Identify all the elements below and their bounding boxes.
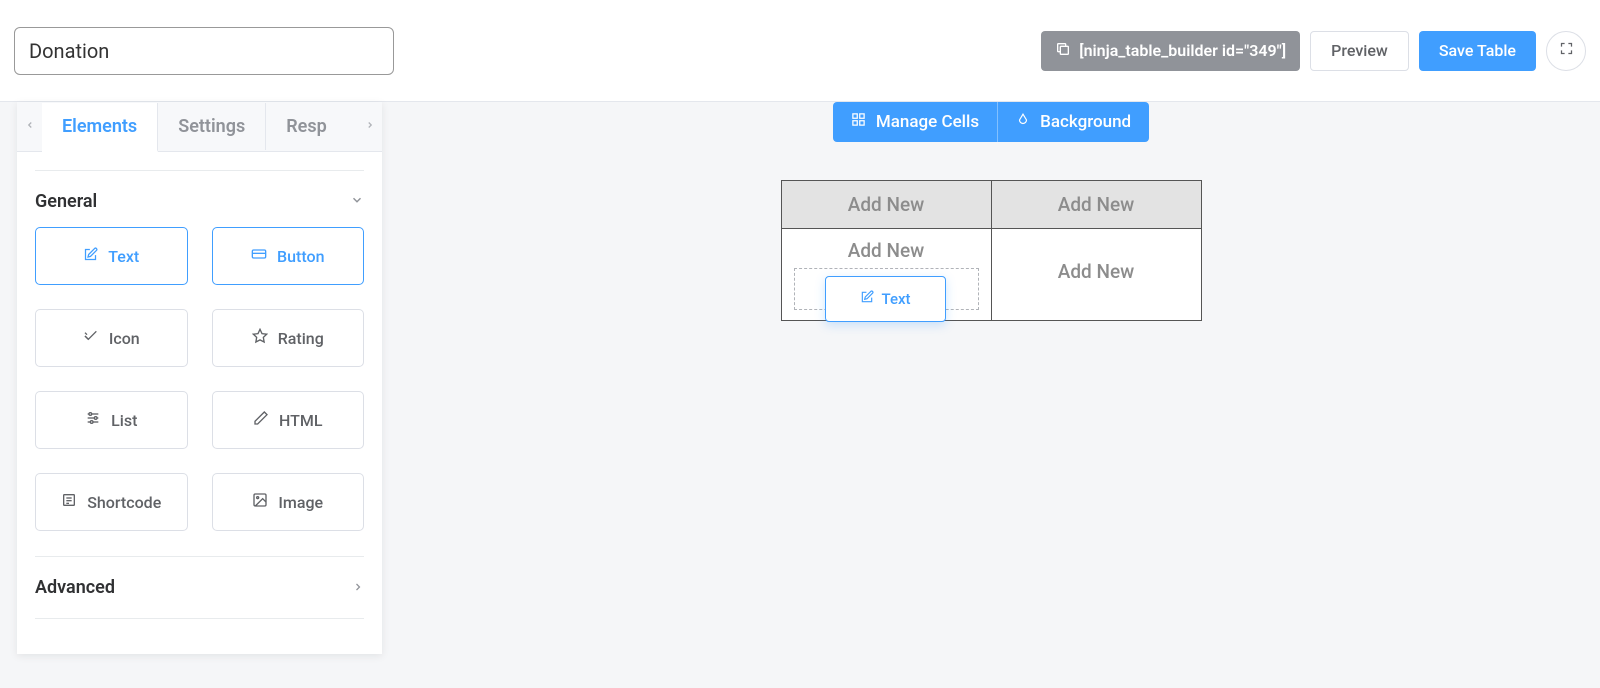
shortcode-label: [ninja_table_builder id="349"]	[1079, 41, 1286, 60]
element-list-label: List	[111, 411, 137, 430]
advanced-label: Advanced	[35, 577, 115, 598]
sliders-icon	[85, 410, 101, 430]
shortcode-button[interactable]: [ninja_table_builder id="349"]	[1041, 31, 1300, 71]
element-button-label: Button	[277, 247, 324, 266]
edit-icon	[83, 247, 98, 266]
element-icon[interactable]: Icon	[35, 309, 188, 367]
tab-resp[interactable]: Resp	[266, 103, 347, 150]
sidebar-content: General Text Button Icon	[17, 170, 382, 619]
check-icon	[83, 328, 99, 348]
sidebar: Elements Settings Resp General Text	[17, 102, 382, 654]
element-icon-label: Icon	[109, 329, 140, 348]
preview-button[interactable]: Preview	[1310, 31, 1409, 71]
tab-scroll-right[interactable]	[357, 102, 382, 152]
drop-zone[interactable]: Text Text	[794, 268, 979, 310]
addnew-placeholder: Add New	[1058, 260, 1135, 283]
element-shortcode-label: Shortcode	[87, 493, 161, 512]
element-rating-label: Rating	[278, 329, 324, 348]
element-button[interactable]: Button	[212, 227, 365, 285]
star-icon	[252, 328, 268, 348]
element-list[interactable]: List	[35, 391, 188, 449]
element-html-label: HTML	[279, 411, 323, 430]
table-wrapper: Add New Add New Add New Tex	[781, 180, 1202, 321]
chevron-right-icon	[365, 118, 375, 136]
manage-cells-label: Manage Cells	[876, 112, 979, 132]
builder-table: Add New Add New Add New Tex	[781, 180, 1202, 321]
save-table-button[interactable]: Save Table	[1419, 31, 1536, 71]
button-icon	[251, 246, 267, 266]
header-bar: [ninja_table_builder id="349"] Preview S…	[0, 0, 1600, 102]
pencil-icon	[253, 410, 269, 430]
chevron-down-icon	[350, 192, 364, 211]
canvas-toolbar: Manage Cells Background	[833, 102, 1149, 142]
element-text[interactable]: Text	[35, 227, 188, 285]
background-label: Background	[1040, 112, 1131, 132]
edit-icon	[860, 290, 874, 308]
fullscreen-icon	[1559, 41, 1574, 60]
dragging-element-card[interactable]: Text	[825, 276, 946, 322]
general-section-header[interactable]: General	[35, 170, 364, 227]
addnew-placeholder: Add New	[848, 239, 925, 262]
manage-cells-button[interactable]: Manage Cells	[833, 102, 998, 142]
table-header-cell[interactable]: Add New	[991, 181, 1201, 229]
copy-icon	[1055, 41, 1071, 61]
canvas: Manage Cells Background Add New Add New	[382, 102, 1600, 688]
shortcode-icon	[61, 492, 77, 512]
paint-icon	[1016, 112, 1030, 133]
grid-icon	[851, 112, 866, 132]
element-image-label: Image	[278, 493, 323, 512]
fullscreen-button[interactable]	[1546, 31, 1586, 71]
advanced-section-header[interactable]: Advanced	[35, 556, 364, 619]
header-actions: [ninja_table_builder id="349"] Preview S…	[1041, 31, 1586, 71]
table-title-input[interactable]	[14, 27, 394, 75]
tab-scroll-left[interactable]	[17, 102, 42, 152]
element-shortcode[interactable]: Shortcode	[35, 473, 188, 531]
workspace: Elements Settings Resp General Text	[0, 102, 1600, 688]
drag-label: Text	[882, 290, 911, 308]
chevron-left-icon	[25, 118, 35, 136]
background-button[interactable]: Background	[998, 102, 1149, 142]
element-html[interactable]: HTML	[212, 391, 365, 449]
element-text-label: Text	[108, 247, 139, 266]
table-body-cell[interactable]: Add New	[991, 229, 1201, 321]
general-label: General	[35, 191, 97, 212]
image-icon	[252, 492, 268, 512]
chevron-right-icon	[352, 578, 364, 597]
tab-elements[interactable]: Elements	[42, 103, 158, 152]
table-header-cell[interactable]: Add New	[781, 181, 991, 229]
elements-grid: Text Button Icon Rating List	[35, 227, 364, 556]
element-rating[interactable]: Rating	[212, 309, 365, 367]
table-body-cell[interactable]: Add New Text Text	[781, 229, 991, 321]
element-image[interactable]: Image	[212, 473, 365, 531]
tab-settings[interactable]: Settings	[158, 103, 266, 150]
sidebar-tabs: Elements Settings Resp	[17, 102, 382, 152]
